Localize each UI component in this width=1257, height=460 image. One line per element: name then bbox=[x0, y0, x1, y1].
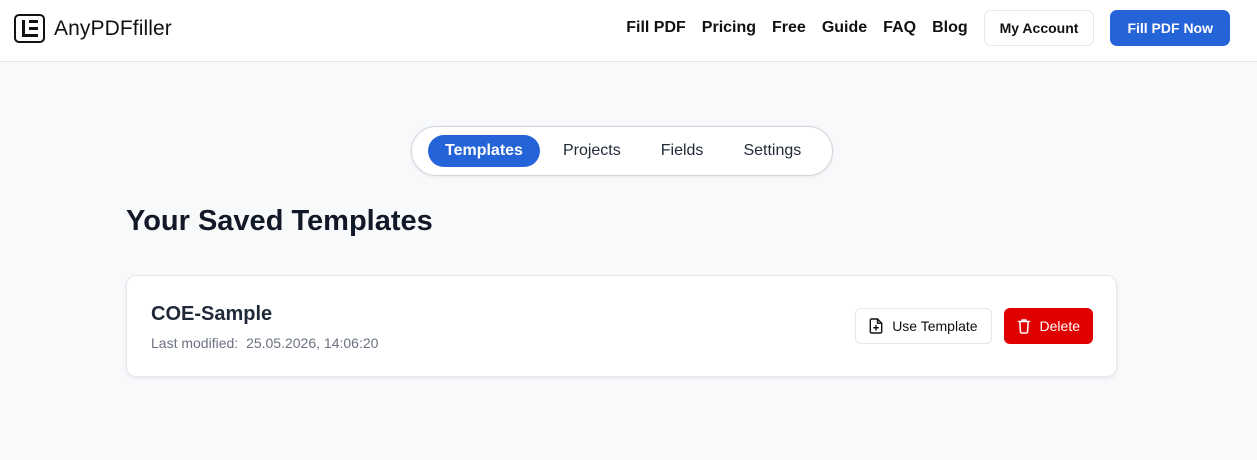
modified-value: 25.05.2026, 14:06:20 bbox=[246, 335, 379, 351]
top-header: AnyPDFfiller Fill PDF Pricing Free Guide… bbox=[0, 0, 1257, 62]
nav-link-faq[interactable]: FAQ bbox=[883, 19, 916, 37]
tab-templates[interactable]: Templates bbox=[428, 135, 540, 167]
my-account-button[interactable]: My Account bbox=[983, 10, 1095, 46]
delete-button[interactable]: Delete bbox=[1003, 308, 1093, 344]
modified-label: Last modified: bbox=[151, 335, 239, 351]
main-nav: Fill PDF Pricing Free Guide FAQ Blog My … bbox=[626, 10, 1230, 46]
nav-link-free[interactable]: Free bbox=[772, 19, 806, 37]
trash-icon bbox=[1017, 318, 1031, 334]
fill-pdf-now-button[interactable]: Fill PDF Now bbox=[1110, 10, 1230, 46]
nav-link-fill-pdf[interactable]: Fill PDF bbox=[626, 19, 686, 37]
nav-link-blog[interactable]: Blog bbox=[932, 19, 968, 37]
template-modified: Last modified: 25.05.2026, 14:06:20 bbox=[151, 335, 378, 351]
section-tabs: Templates Projects Fields Settings bbox=[411, 126, 833, 176]
template-actions: Use Template Delete bbox=[855, 308, 1093, 344]
page-title: Your Saved Templates bbox=[126, 205, 433, 237]
nav-link-pricing[interactable]: Pricing bbox=[702, 19, 756, 37]
use-template-label: Use Template bbox=[892, 318, 978, 334]
nav-link-guide[interactable]: Guide bbox=[822, 19, 867, 37]
logo[interactable]: AnyPDFfiller bbox=[14, 14, 172, 43]
tab-projects[interactable]: Projects bbox=[546, 135, 638, 167]
logo-text: AnyPDFfiller bbox=[54, 16, 172, 40]
file-plus-icon bbox=[869, 318, 883, 334]
logo-icon bbox=[14, 14, 45, 43]
delete-label: Delete bbox=[1039, 318, 1080, 334]
use-template-button[interactable]: Use Template bbox=[855, 308, 992, 344]
template-card: COE-Sample Last modified: 25.05.2026, 14… bbox=[126, 275, 1117, 377]
tab-fields[interactable]: Fields bbox=[644, 135, 721, 167]
tab-settings[interactable]: Settings bbox=[726, 135, 818, 167]
template-name: COE-Sample bbox=[151, 303, 273, 325]
